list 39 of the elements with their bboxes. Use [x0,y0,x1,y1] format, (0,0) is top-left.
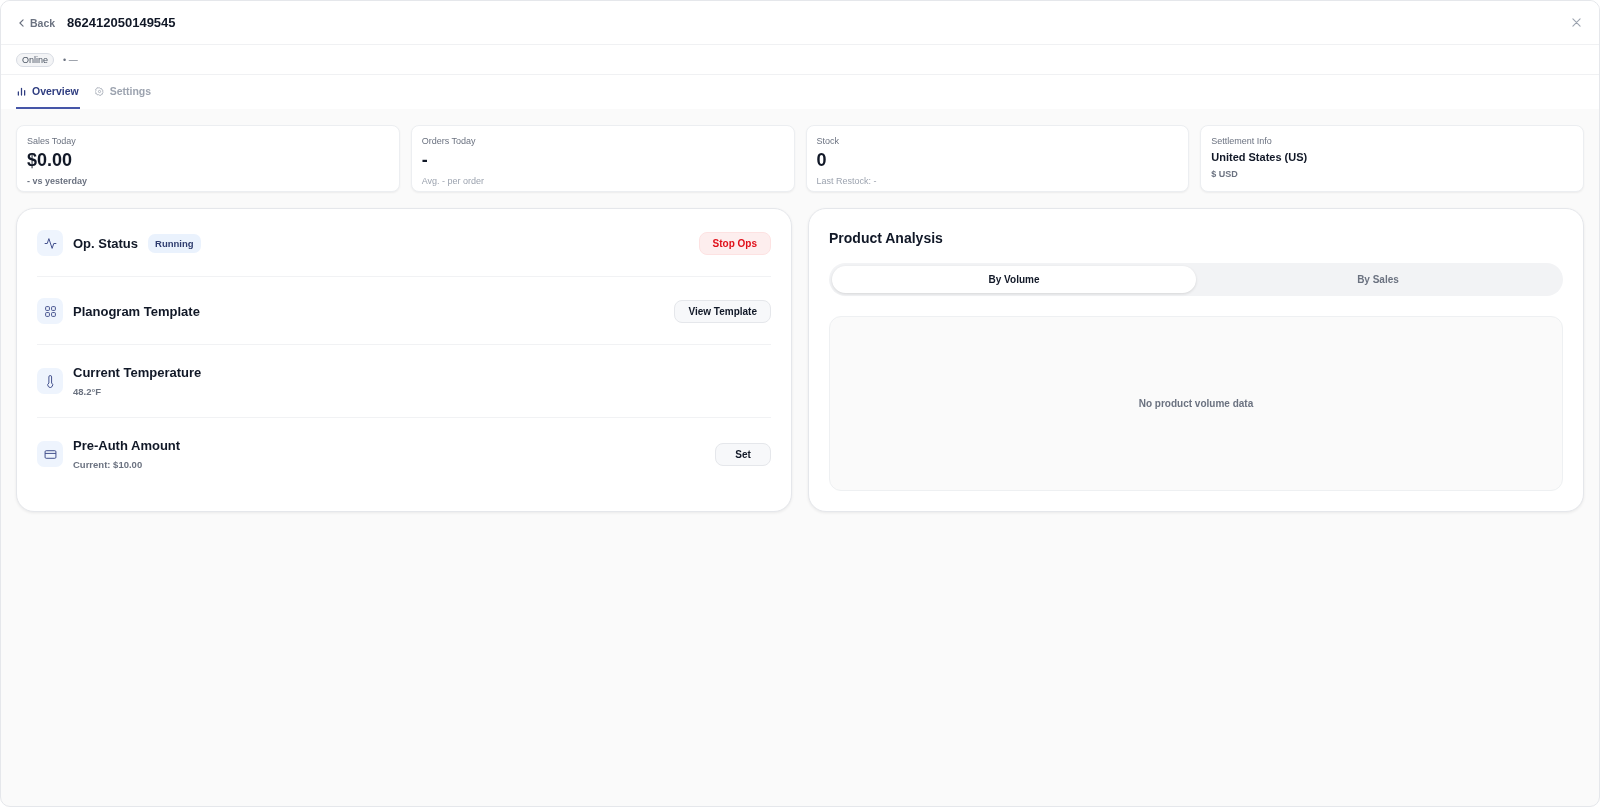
stat-label: Orders Today [421,135,476,147]
segment-tab[interactable]: By Volume [832,266,1196,293]
action-button[interactable]: Set [715,442,771,466]
back-button[interactable]: Back [17,14,58,31]
stat-label: Stock [816,135,839,147]
status-detail: • — [63,54,78,65]
status-badge: Online [16,52,54,67]
tab[interactable]: Overview [16,75,80,109]
status-badge: Running [148,233,201,253]
settings-icon [94,86,104,96]
stop-button[interactable]: Stop Ops [698,231,771,255]
device-title: 862412050149545 [67,15,176,30]
bar-chart-icon [17,86,26,96]
stat-label: Sales Today [27,135,76,147]
row-subtitle: Current: $10.00 [73,459,143,471]
stat-value: - [421,149,428,172]
activity-icon [37,230,63,256]
action-button[interactable]: View Template [674,299,771,323]
row-title: Planogram Template [73,302,200,320]
row-title: Pre-Auth Amount [73,437,181,454]
row-subtitle: 48.2°F [73,386,102,398]
stat-note: Avg. - per order [421,175,485,188]
segment-tab[interactable]: By Sales [1196,266,1560,293]
credit-card-icon [37,441,63,467]
stat-value: 0 [816,149,827,172]
row-title: Current Temperature [73,364,202,381]
chevron-left-icon [19,18,24,27]
stat-label: Settlement Info [1211,135,1272,147]
grid-icon [37,298,63,324]
stat-value: $0.00 [27,149,73,172]
stat-note: $ USD [1211,168,1238,181]
stat-note: Last Restock: - [816,175,877,188]
stat-note: - vs yesterday [27,175,88,188]
empty-message: No product volume data [1138,398,1254,409]
row-title: Op. Status [73,234,138,252]
card-title: Product Analysis [829,229,943,248]
thermometer-icon [37,368,63,394]
stat-value: United States (US) [1211,150,1308,165]
close-icon[interactable] [1572,18,1581,27]
